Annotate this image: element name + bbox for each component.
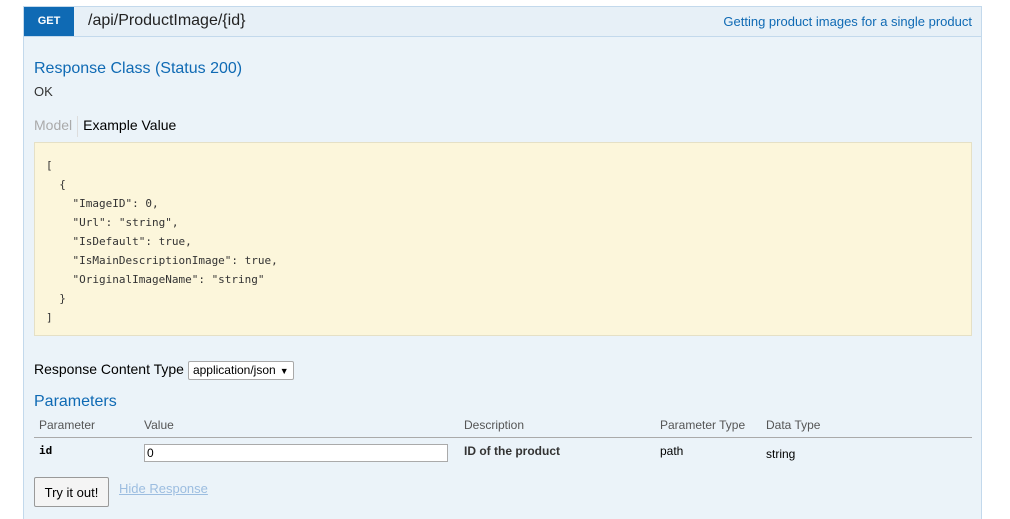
column-header: Data Type xyxy=(761,415,972,438)
endpoint-path[interactable]: /api/ProductImage/{id} xyxy=(88,12,245,30)
parameters-header-row: Parameter Value Description Parameter Ty… xyxy=(34,415,972,438)
column-header: Value xyxy=(139,415,459,438)
content-type-select[interactable]: application/json ▼ xyxy=(187,361,294,380)
example-value-box[interactable]: [ { "ImageID": 0, "Url": "string", "IsDe… xyxy=(34,142,972,336)
column-header: Description xyxy=(459,415,655,438)
response-content-type: Response Content Type application/json ▼ xyxy=(34,361,294,380)
example-json: [ { "ImageID": 0, "Url": "string", "IsDe… xyxy=(46,159,278,324)
content-type-label: Response Content Type xyxy=(34,361,184,378)
response-class-title: Response Class (Status 200) xyxy=(34,60,243,77)
tab-model[interactable]: Model xyxy=(34,117,72,133)
column-header: Parameter Type xyxy=(655,415,761,438)
param-data-type: string xyxy=(766,447,796,461)
param-name: id xyxy=(39,444,53,457)
response-status-text: OK xyxy=(34,84,53,99)
param-id-input[interactable] xyxy=(144,444,448,462)
tab-divider xyxy=(77,116,79,137)
method-badge[interactable]: GET xyxy=(24,7,74,36)
column-header: Parameter xyxy=(34,415,139,438)
operation-summary[interactable]: Getting product images for a single prod… xyxy=(723,14,972,29)
hide-response-link[interactable]: Hide Response xyxy=(119,481,208,496)
parameters-title: Parameters xyxy=(34,393,117,410)
param-description: ID of the product xyxy=(464,444,560,458)
try-it-out-button[interactable]: Try it out! xyxy=(34,477,109,507)
operation-heading[interactable]: GET /api/ProductImage/{id} Getting produ… xyxy=(24,7,981,37)
tab-example-value[interactable]: Example Value xyxy=(83,117,176,133)
param-type: path xyxy=(660,444,684,458)
table-row: id ID of the product path string xyxy=(34,438,972,474)
dropdown-arrow-icon: ▼ xyxy=(279,366,289,376)
model-tabs: Model Example Value xyxy=(34,116,176,137)
operation-panel: GET /api/ProductImage/{id} Getting produ… xyxy=(23,6,982,519)
param-value-cell xyxy=(139,438,459,474)
content-type-selected: application/json xyxy=(192,363,276,377)
parameters-table: Parameter Value Description Parameter Ty… xyxy=(34,415,972,473)
